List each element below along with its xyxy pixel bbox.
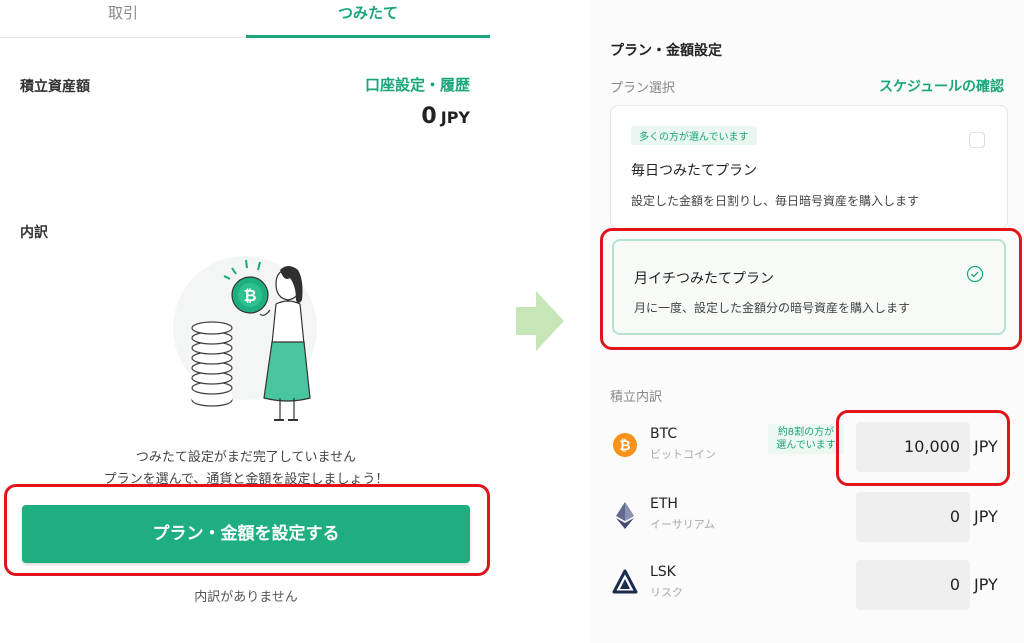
coin-row-lsk: LSK リスク 0 JPY — [590, 560, 1024, 616]
popular-badge: 多くの方が選んでいます — [631, 126, 757, 145]
amount-input-lsk[interactable]: 0 — [856, 560, 970, 610]
coin-symbol: ETH — [650, 496, 678, 512]
schedule-confirm-link[interactable]: スケジュールの確認 — [879, 76, 1004, 96]
popular-tag-line2: 選んでいます — [776, 440, 836, 451]
popular-tag: 約8割の方が 選んでいます — [768, 424, 844, 454]
svg-text:₿: ₿ — [619, 438, 630, 454]
asset-unit: JPY — [440, 108, 470, 127]
coin-name: リスク — [650, 586, 683, 599]
coin-symbol: BTC — [650, 426, 678, 442]
accumulated-asset-value: 0 JPY — [421, 104, 470, 129]
plan-description: 月に一度、設定した金額分の暗号資産を購入します — [634, 301, 911, 315]
tsumitate-home-screen: 取引 つみたて 積立資産額 口座設定・履歴 0 JPY 内訳 ₿ つみたて設定が… — [0, 0, 492, 643]
checkbox-icon[interactable] — [969, 132, 985, 148]
highlight-box-amount — [836, 410, 1010, 486]
coin-name: ビットコイン — [650, 448, 716, 461]
coin-symbol: LSK — [650, 564, 676, 580]
accumulated-asset-label: 積立資産額 — [20, 79, 90, 95]
plan-card-monthly[interactable]: 月イチつみたてプラン 月に一度、設定した金額分の暗号資産を購入します — [612, 239, 1006, 335]
breakdown-label: 内訳 — [20, 225, 48, 241]
plan-select-label: プラン選択 — [610, 81, 676, 96]
plan-amount-settings-screen: プラン・金額設定 プラン選択 スケジュールの確認 多くの方が選んでいます 毎日つ… — [590, 0, 1024, 643]
popular-tag-line1: 約8割の方が — [777, 427, 835, 438]
no-breakdown-text: 内訳がありません — [194, 590, 298, 605]
coin-name: イーサリアム — [650, 518, 716, 531]
right-arrow-icon — [516, 291, 564, 351]
plan-name: 毎日つみたてプラン — [631, 163, 757, 179]
accumulation-breakdown-label: 積立内訳 — [610, 390, 663, 405]
svg-text:₿: ₿ — [243, 286, 256, 305]
tab-tsumitate[interactable]: つみたて — [246, 0, 490, 38]
lisk-icon — [612, 569, 638, 594]
set-plan-amount-button[interactable]: プラン・金額を設定する — [22, 505, 470, 563]
page-title: プラン・金額設定 — [610, 43, 722, 59]
plan-card-daily[interactable]: 多くの方が選んでいます 毎日つみたてプラン 設定した金額を日割りし、毎日暗号資産… — [610, 105, 1008, 229]
amount-unit: JPY — [974, 507, 998, 526]
plan-description: 設定した金額を日割りし、毎日暗号資産を購入します — [631, 194, 920, 208]
account-settings-history-link[interactable]: 口座設定・履歴 — [365, 74, 470, 95]
asset-amount: 0 — [421, 104, 437, 129]
check-circle-icon[interactable] — [966, 265, 984, 283]
empty-message-line1: つみたて設定がまだ完了していません — [135, 450, 357, 465]
bitcoin-icon: ₿ — [613, 433, 637, 457]
ethereum-icon — [616, 502, 634, 529]
plan-name: 月イチつみたてプラン — [634, 271, 774, 287]
coin-row-eth: ETH イーサリアム 0 JPY — [590, 492, 1024, 548]
woman-holding-bitcoin-illustration: ₿ — [173, 256, 317, 421]
amount-unit: JPY — [974, 575, 998, 594]
tab-trade[interactable]: 取引 — [0, 0, 246, 38]
amount-input-eth[interactable]: 0 — [856, 492, 970, 542]
